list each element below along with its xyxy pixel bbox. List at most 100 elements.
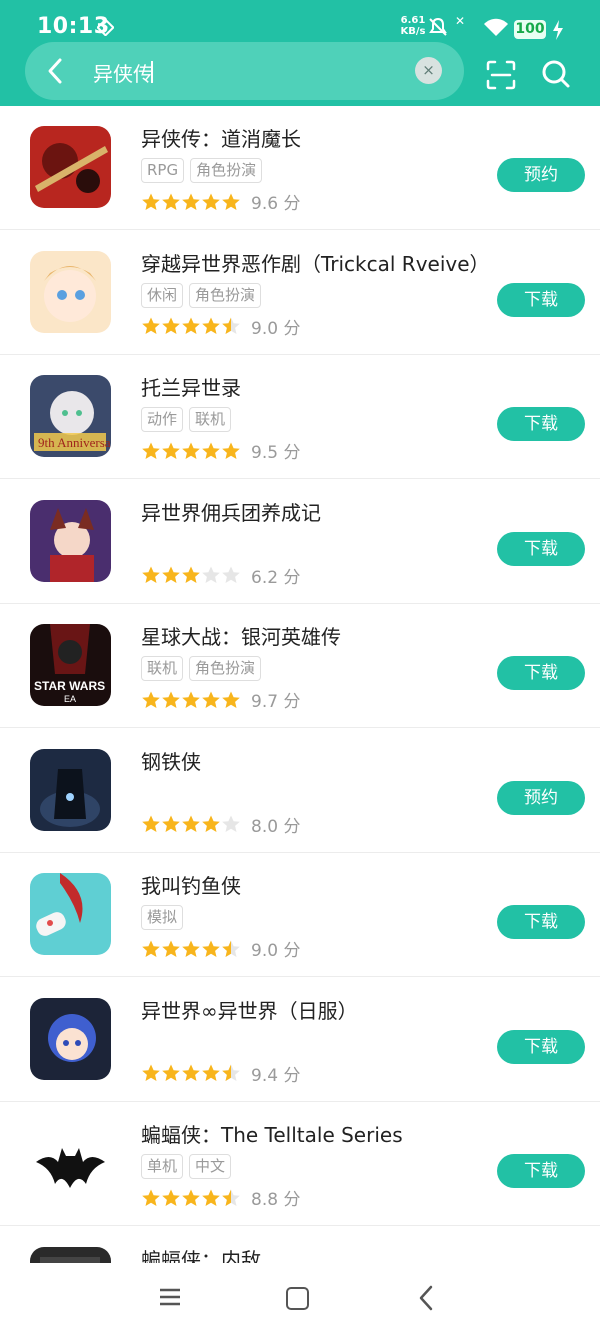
star-rating: [141, 814, 241, 835]
star-filled-icon: [142, 691, 160, 708]
game-icon-anime-girl[interactable]: [30, 250, 111, 333]
star-filled-icon: [142, 442, 160, 459]
star-filled-icon: [162, 193, 180, 210]
battery-indicator: 100: [514, 20, 546, 39]
app-list-item[interactable]: 我叫钓鱼侠 模拟 9.0 分 下载: [0, 853, 600, 977]
game-icon-batman[interactable]: [30, 1122, 111, 1204]
star-rating: [141, 1187, 241, 1208]
app-name[interactable]: 穿越异世界恶作剧（Trickcal Rveive）: [141, 248, 490, 277]
search-results-list[interactable]: 异侠传：道消魔长 RPG 角色扮演 9.6 分预约 穿越异世界恶作剧（Trickcal …: [0, 106, 600, 1263]
star-rating: [141, 191, 241, 212]
app-name[interactable]: 我叫钓鱼侠: [141, 870, 241, 899]
app-name[interactable]: 异世界佣兵团养成记: [141, 497, 321, 526]
download-button[interactable]: 下载: [497, 905, 585, 939]
search-icon[interactable]: [540, 58, 572, 90]
app-tags: RPG 角色扮演: [141, 158, 268, 183]
star-half-icon: [222, 940, 240, 957]
star-empty-icon: [222, 815, 240, 833]
app-list-item[interactable]: 异世界∞异世界（日服） 9.4 分 下载: [0, 978, 600, 1102]
app-rating: 8.8 分: [141, 1185, 300, 1210]
star-filled-icon: [182, 317, 200, 335]
app-score: 8.8 分: [251, 1190, 301, 1210]
game-icon-star-wars[interactable]: STAR WARSEA: [30, 624, 111, 706]
star-half-icon: [222, 1064, 240, 1082]
wifi-icon: [484, 18, 508, 36]
app-tag: 单机: [141, 1154, 184, 1179]
app-list-item[interactable]: 穿越异世界恶作剧（Trickcal Rveive） 休闲 角色扮演 9.0 分 下载: [0, 231, 600, 355]
app-rating: 9.0 分: [141, 936, 300, 961]
app-list-item[interactable]: 蝙蝠侠：内敌: [0, 1227, 600, 1264]
game-icon-9th-anniversary[interactable]: 9th Anniversary: [30, 375, 111, 457]
vpn-icon: [97, 19, 114, 36]
app-tag: 动作: [141, 407, 184, 432]
star-filled-icon: [202, 1189, 220, 1206]
menu-icon[interactable]: [159, 1287, 181, 1307]
search-input[interactable]: [93, 59, 393, 85]
app-name[interactable]: 蝙蝠侠：The Telltale Series: [141, 1119, 403, 1148]
app-tags: 休闲 角色扮演: [141, 282, 267, 308]
text-cursor: [151, 61, 153, 83]
app-list-item[interactable]: 异侠传：道消魔长 RPG 角色扮演 9.6 分 预约: [0, 106, 600, 230]
download-button[interactable]: 下载: [497, 656, 585, 690]
app-name[interactable]: 异世界∞异世界（日服）: [141, 995, 358, 1024]
star-filled-icon: [202, 940, 220, 957]
game-icon-blue-hair-girl[interactable]: [30, 997, 111, 1080]
header-bar: 10:13 6.61 KB/s ✕ 100 ×: [0, 0, 600, 106]
reserve-button[interactable]: 预约: [497, 780, 585, 815]
app-tag: 中文: [189, 1154, 232, 1179]
app-tag: 联机: [141, 656, 184, 681]
app-score: 9.4 分: [251, 1065, 301, 1086]
app-list-item[interactable]: STAR WARS EA 星球大战：银河英雄传联机 角色扮演 9.7 分 下载: [0, 604, 600, 728]
app-rating: 9.7 分: [141, 687, 300, 712]
star-half-icon: [222, 317, 240, 335]
star-filled-icon: [182, 940, 200, 957]
download-button[interactable]: 下载: [497, 282, 585, 317]
download-button[interactable]: 下载: [497, 1029, 585, 1064]
app-name[interactable]: 异侠传：道消魔长: [141, 123, 301, 152]
star-filled-icon: [222, 691, 240, 708]
scan-icon[interactable]: [486, 60, 516, 90]
star-filled-icon: [162, 1064, 180, 1082]
app-tag: 联机: [189, 407, 232, 432]
star-filled-icon: [182, 1189, 200, 1206]
game-icon-fox-girl[interactable]: [30, 499, 111, 582]
app-list-item[interactable]: 9th Anniversary 托兰异世录动作联机 9.5 分 下载: [0, 355, 600, 479]
svg-text:STAR WARS: STAR WARS: [34, 679, 105, 693]
home-icon[interactable]: [286, 1287, 309, 1310]
app-list-item[interactable]: 蝙蝠侠：The Telltale Series 单机 中文 8.8 分 下载: [0, 1102, 600, 1226]
star-empty-icon: [222, 566, 240, 584]
star-filled-icon: [142, 1064, 160, 1082]
nav-back-icon[interactable]: [417, 1285, 435, 1311]
star-rating: [141, 938, 241, 959]
game-icon-fishing[interactable]: [30, 873, 111, 955]
reserve-button[interactable]: 预约: [497, 158, 585, 192]
app-tags: 联机 角色扮演: [141, 656, 267, 681]
app-name[interactable]: 蝙蝠侠：内敌: [141, 1244, 261, 1264]
app-name[interactable]: 托兰异世录: [141, 372, 241, 401]
star-filled-icon: [142, 940, 160, 957]
star-filled-icon: [142, 1189, 160, 1206]
app-name[interactable]: 星球大战：银河英雄传: [141, 621, 341, 650]
clear-search-button[interactable]: ×: [415, 57, 442, 84]
network-speed: 6.61 KB/s: [400, 15, 426, 37]
download-button[interactable]: 下载: [497, 1154, 585, 1188]
app-rating: 9.6 分: [141, 189, 300, 214]
star-filled-icon: [202, 442, 220, 459]
download-button[interactable]: 下载: [497, 407, 585, 441]
game-icon-iron-man[interactable]: [30, 748, 111, 831]
back-arrow-icon[interactable]: [44, 57, 68, 85]
no-sim-icon: ✕: [455, 14, 466, 28]
star-filled-icon: [162, 442, 180, 459]
app-name[interactable]: 钢铁侠: [141, 746, 201, 775]
star-filled-icon: [202, 815, 220, 833]
app-rating: 8.0 分: [141, 812, 300, 837]
star-filled-icon: [182, 691, 200, 708]
download-button[interactable]: 下载: [497, 531, 585, 566]
app-score: 9.6 分: [251, 194, 301, 214]
game-icon-warrior[interactable]: [30, 126, 111, 208]
app-tag: 休闲: [141, 282, 184, 308]
svg-text:EA: EA: [64, 694, 76, 704]
app-list-item[interactable]: 钢铁侠 8.0 分 预约: [0, 729, 600, 853]
game-icon-batman-dark[interactable]: [30, 1246, 111, 1264]
app-list-item[interactable]: 异世界佣兵团养成记 6.2 分 下载: [0, 480, 600, 604]
